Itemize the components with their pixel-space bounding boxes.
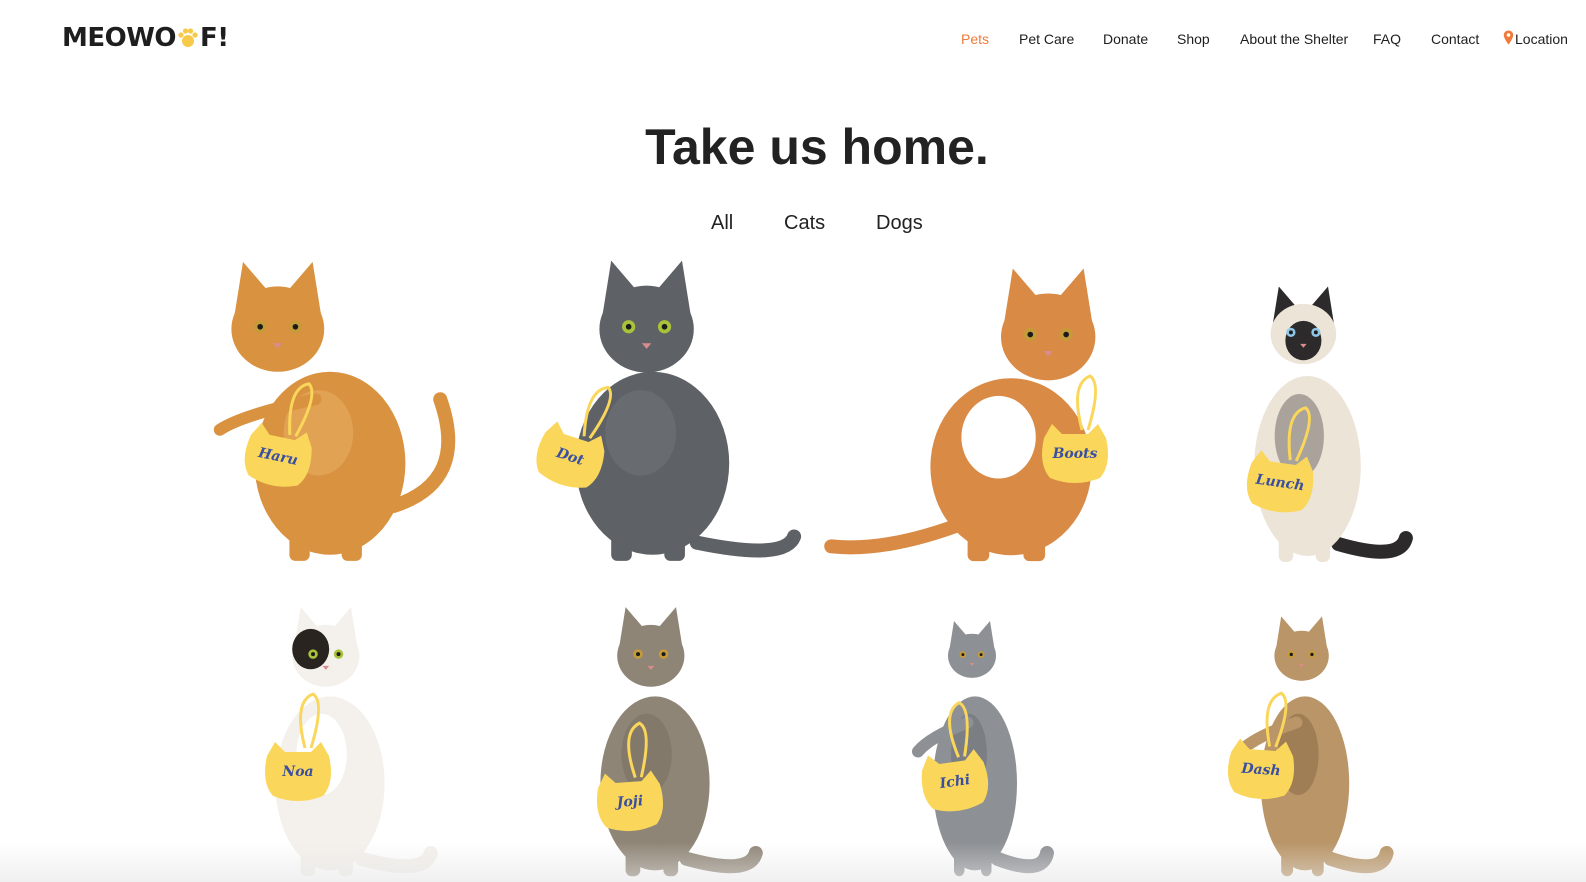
page-title: Take us home. — [645, 119, 989, 175]
nav-item-shop[interactable]: Shop — [1177, 30, 1210, 48]
pet-card-joji[interactable]: Joji — [550, 592, 763, 882]
nav-item-location[interactable]: Location — [1503, 30, 1568, 48]
cat-photo — [213, 261, 456, 561]
nav-item-about[interactable]: About the Shelter — [1240, 30, 1348, 48]
site-header: MEOWO F! Pets Pet Care Donate Shop About… — [0, 0, 1586, 80]
cat-photo — [1227, 616, 1394, 877]
cat-photo — [1246, 286, 1413, 562]
pet-filter-tabs: All Cats Dogs — [0, 211, 1586, 237]
nav-item-pet-care[interactable]: Pet Care — [1019, 30, 1074, 48]
filter-tab-dogs[interactable]: Dogs — [876, 211, 923, 235]
pet-card-boots[interactable]: Boots — [824, 268, 1135, 567]
main-nav: Pets Pet Care Donate Shop About the Shel… — [0, 30, 1586, 50]
cat-photo — [824, 268, 1108, 562]
cat-photo — [265, 607, 438, 877]
pet-name-label: Boots — [1052, 446, 1098, 462]
pet-card-dash[interactable]: Dash — [1220, 592, 1394, 882]
nav-item-faq[interactable]: FAQ — [1373, 30, 1401, 48]
filter-tab-all[interactable]: All — [711, 211, 733, 235]
cat-photo — [596, 607, 763, 877]
nav-item-location-label: Location — [1515, 31, 1568, 47]
nav-item-donate[interactable]: Donate — [1103, 30, 1148, 48]
pet-name-label: Noa — [282, 764, 314, 780]
pet-card-dot[interactable]: Dot — [505, 260, 802, 567]
nav-item-pets[interactable]: Pets — [961, 30, 989, 48]
nav-item-contact[interactable]: Contact — [1431, 30, 1479, 48]
pet-card-haru[interactable]: Haru — [185, 261, 475, 567]
cat-photo — [536, 260, 802, 561]
cat-photo — [912, 621, 1054, 877]
pet-card-noa[interactable]: Noa — [225, 592, 438, 882]
pet-card-lunch[interactable]: Lunch — [1205, 268, 1413, 568]
pet-card-ichi[interactable]: Ichi — [900, 592, 1054, 882]
map-pin-icon — [1503, 30, 1514, 45]
filter-tab-cats[interactable]: Cats — [784, 211, 825, 235]
